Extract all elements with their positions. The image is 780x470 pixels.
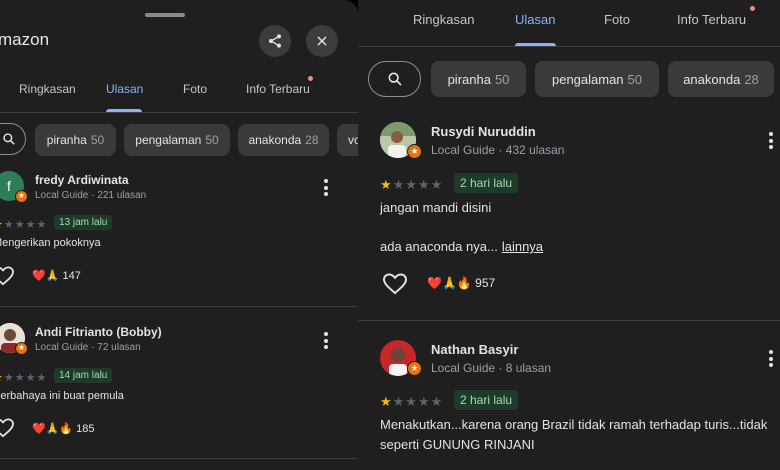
reaction-count: 185 xyxy=(76,423,95,435)
chip-count: 50 xyxy=(494,71,510,87)
tab-divider xyxy=(358,46,780,47)
chip-count: 50 xyxy=(627,71,643,87)
review-time: 2 hari lalu xyxy=(454,390,519,410)
reviewer-meta: Local Guide · 432 ulasan xyxy=(431,143,565,157)
right-panel: Ringkasan Ulasan Foto Info Terbaru piran… xyxy=(358,0,780,470)
search-button[interactable] xyxy=(368,61,421,97)
drag-handle[interactable] xyxy=(145,13,185,17)
star-rating: ★★★★★ xyxy=(380,394,444,409)
share-button[interactable] xyxy=(259,25,291,57)
reaction-summary[interactable]: ❤️🙏🔥 185 xyxy=(32,422,95,435)
chip-piranha[interactable]: piranha 50 xyxy=(431,61,526,97)
tab-info-terbaru[interactable]: Info Terbaru xyxy=(677,12,746,27)
review-text-line: ada anaconda nya... lainnya xyxy=(380,239,543,254)
tab-info-terbaru[interactable]: Info Terbaru xyxy=(246,82,310,96)
reaction-emojis: ❤️🙏 xyxy=(32,270,60,282)
reviewer-meta: Local Guide · 221 ulasan xyxy=(35,190,147,201)
chip-label: piranha xyxy=(46,133,87,147)
more-vert-icon[interactable] xyxy=(324,332,328,352)
local-guide-badge: ★ xyxy=(407,144,422,159)
more-vert-icon[interactable] xyxy=(769,132,773,152)
heart-outline-icon[interactable] xyxy=(383,273,407,295)
reviewer-name[interactable]: Andi Fitrianto (Bobby) xyxy=(35,325,162,339)
star-rating: ★★★★★ xyxy=(0,372,48,384)
local-guide-badge: ★ xyxy=(15,190,28,203)
review-divider xyxy=(0,306,358,307)
reviewer-name[interactable]: Nathan Basyir xyxy=(431,342,518,357)
close-icon xyxy=(317,36,327,46)
chip-label: piranha xyxy=(447,71,491,87)
review-text: Berbahaya ini buat pemula xyxy=(0,390,124,402)
reaction-summary[interactable]: ❤️🙏🔥 957 xyxy=(427,276,495,290)
reviewer-meta: Local Guide · 8 ulasan xyxy=(431,361,552,375)
reaction-emojis: ❤️🙏🔥 xyxy=(427,276,472,290)
reaction-emojis: ❤️🙏🔥 xyxy=(32,423,74,435)
review-time: 2 hari lalu xyxy=(454,173,519,193)
reviewer-name[interactable]: fredy Ardiwinata xyxy=(35,173,129,187)
chip-label: pengalaman xyxy=(135,133,202,147)
close-button[interactable] xyxy=(306,25,338,57)
chip-anakonda[interactable]: anakonda 28 xyxy=(668,61,774,97)
chip-partial[interactable]: vo xyxy=(337,124,358,156)
chip-piranha[interactable]: piranha 50 xyxy=(35,124,116,156)
search-icon xyxy=(3,133,15,145)
read-more-link[interactable]: lainnya xyxy=(502,239,543,254)
star-rating: ★★★★★ xyxy=(0,219,48,231)
tab-foto[interactable]: Foto xyxy=(183,82,207,96)
left-panel: mazon Ringkasan Ulasan Foto Info Terbaru… xyxy=(0,0,358,470)
chip-anakonda[interactable]: anakonda 28 xyxy=(238,124,329,156)
review-divider xyxy=(0,458,358,459)
reviewer-meta: Local Guide · 72 ulasan xyxy=(35,342,141,353)
review-text-line: Menakutkan...karena orang Brazil tidak r… xyxy=(380,417,768,432)
review-time: 13 jam lalu xyxy=(54,215,113,230)
review-text-line: seperti GUNUNG RINJANI xyxy=(380,437,535,452)
review-text: ada anaconda nya... xyxy=(380,239,498,254)
search-icon xyxy=(388,72,402,86)
reaction-summary[interactable]: ❤️🙏 147 xyxy=(32,269,81,282)
avatar-letter: f xyxy=(7,178,11,194)
heart-outline-icon[interactable] xyxy=(0,266,14,286)
search-button[interactable] xyxy=(0,123,26,155)
review-divider xyxy=(358,320,780,321)
chip-pengalaman[interactable]: pengalaman 50 xyxy=(124,124,230,156)
tab-ringkasan[interactable]: Ringkasan xyxy=(413,12,474,27)
tab-ulasan[interactable]: Ulasan xyxy=(515,12,555,27)
chip-label: pengalaman xyxy=(551,71,624,87)
heart-outline-icon[interactable] xyxy=(0,418,14,438)
notification-dot xyxy=(308,76,313,81)
local-guide-badge: ★ xyxy=(407,361,422,376)
chip-label: anakonda xyxy=(683,71,741,87)
tab-ulasan[interactable]: Ulasan xyxy=(106,82,143,96)
chip-count: 28 xyxy=(305,133,319,147)
notification-dot xyxy=(750,6,755,11)
chip-count: 28 xyxy=(744,71,759,87)
more-vert-icon[interactable] xyxy=(324,179,328,199)
chip-pengalaman[interactable]: pengalaman 50 xyxy=(535,61,659,97)
tab-foto[interactable]: Foto xyxy=(604,12,630,27)
local-guide-badge: ★ xyxy=(15,342,28,355)
place-title: mazon xyxy=(0,30,50,49)
chip-label: anakonda xyxy=(248,133,302,147)
more-vert-icon[interactable] xyxy=(769,350,773,370)
chip-count: 50 xyxy=(205,133,219,147)
chip-label: vo xyxy=(348,133,358,147)
tab-divider xyxy=(0,112,358,113)
reaction-count: 957 xyxy=(475,276,496,290)
reaction-count: 147 xyxy=(62,270,81,282)
share-icon xyxy=(269,34,281,48)
review-text-line: jangan mandi disini xyxy=(380,200,492,215)
tab-ringkasan[interactable]: Ringkasan xyxy=(19,82,76,96)
review-time: 14 jam lalu xyxy=(54,368,113,383)
star-rating: ★★★★★ xyxy=(380,177,444,192)
reviewer-name[interactable]: Rusydi Nuruddin xyxy=(431,124,536,139)
chip-count: 50 xyxy=(90,133,105,147)
review-text: Mengerikan pokoknya xyxy=(0,237,101,249)
